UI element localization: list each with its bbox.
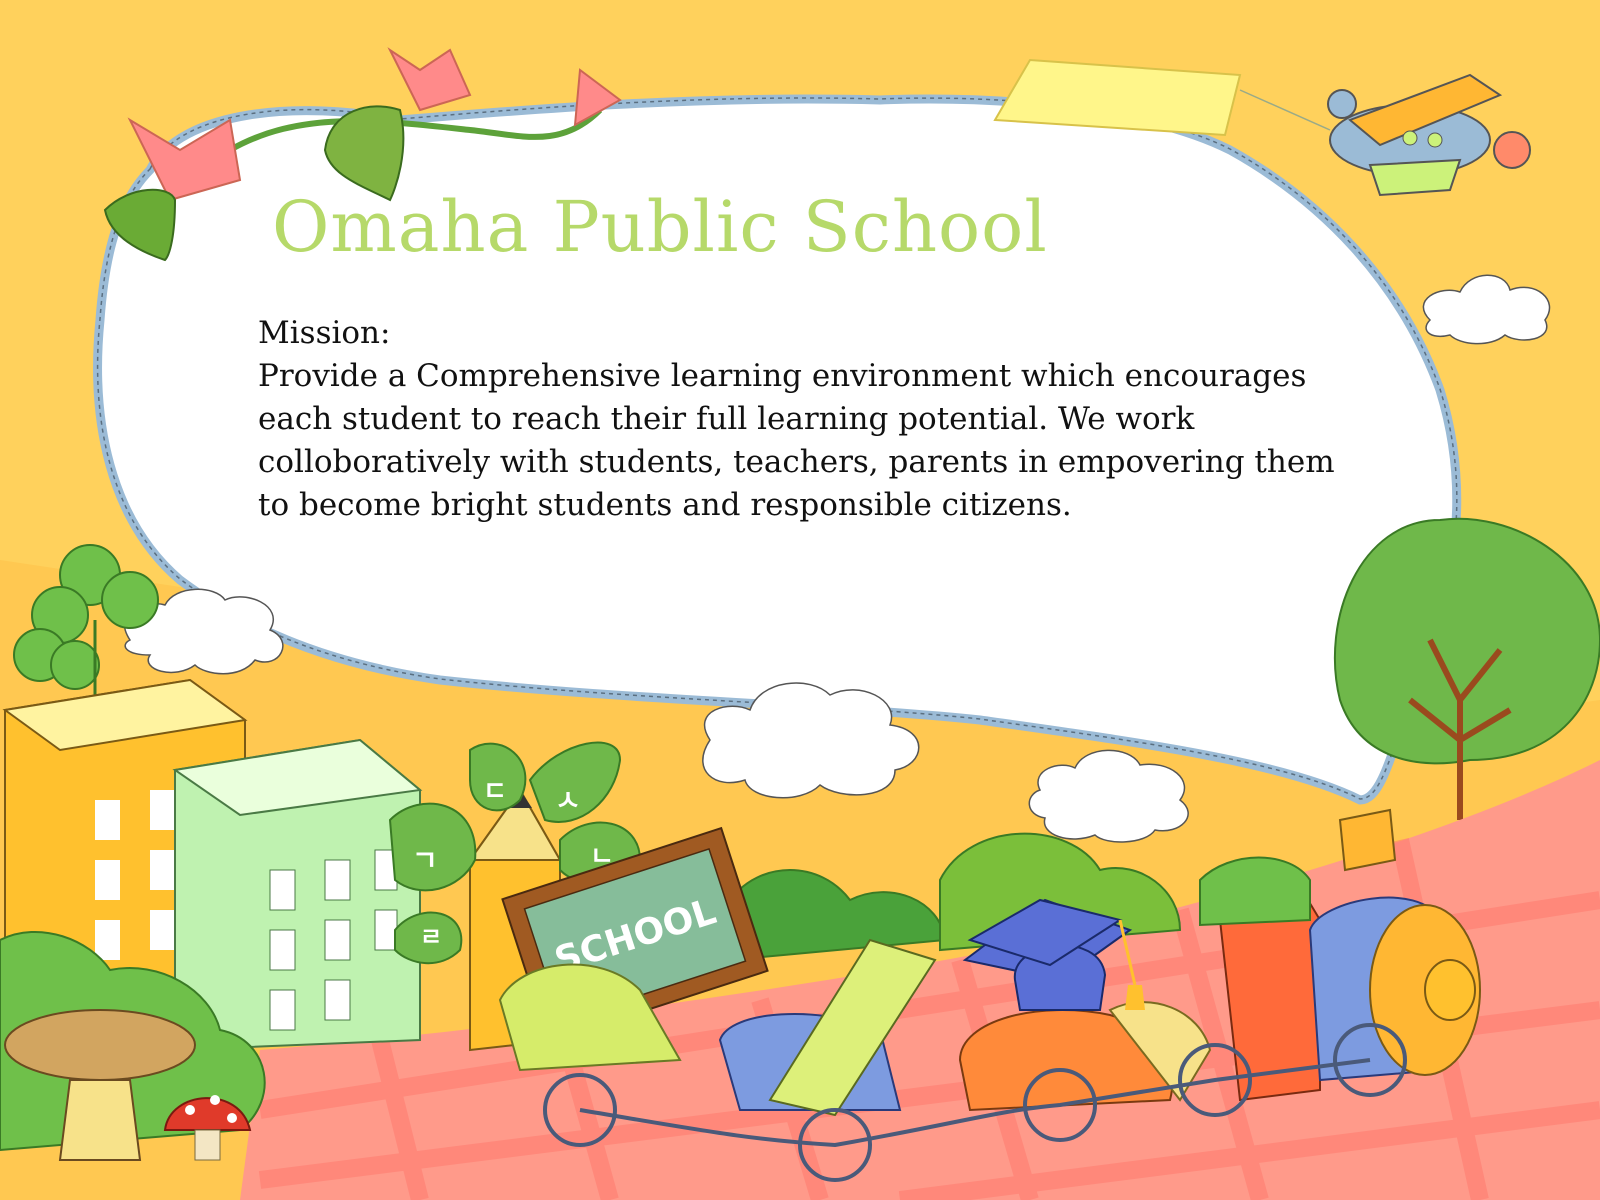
mission-text: Provide a Comprehensive learning environ… [258,358,1335,523]
mission-label: Mission: [258,315,391,351]
leaf-letter: ㄹ [420,923,442,951]
leaf-letter: ㅅ [555,784,581,817]
mission-statement: Mission: Provide a Comprehensive learnin… [258,312,1338,527]
leaf-letter: ㄷ [483,777,507,807]
page-title: Omaha Public School [272,186,1048,268]
illustration-scene: ㄱ ㄷ ㅅ ㄴ ㄹ SCHOOL [0,0,1600,1200]
leaf-letter: ㄱ [412,844,438,877]
